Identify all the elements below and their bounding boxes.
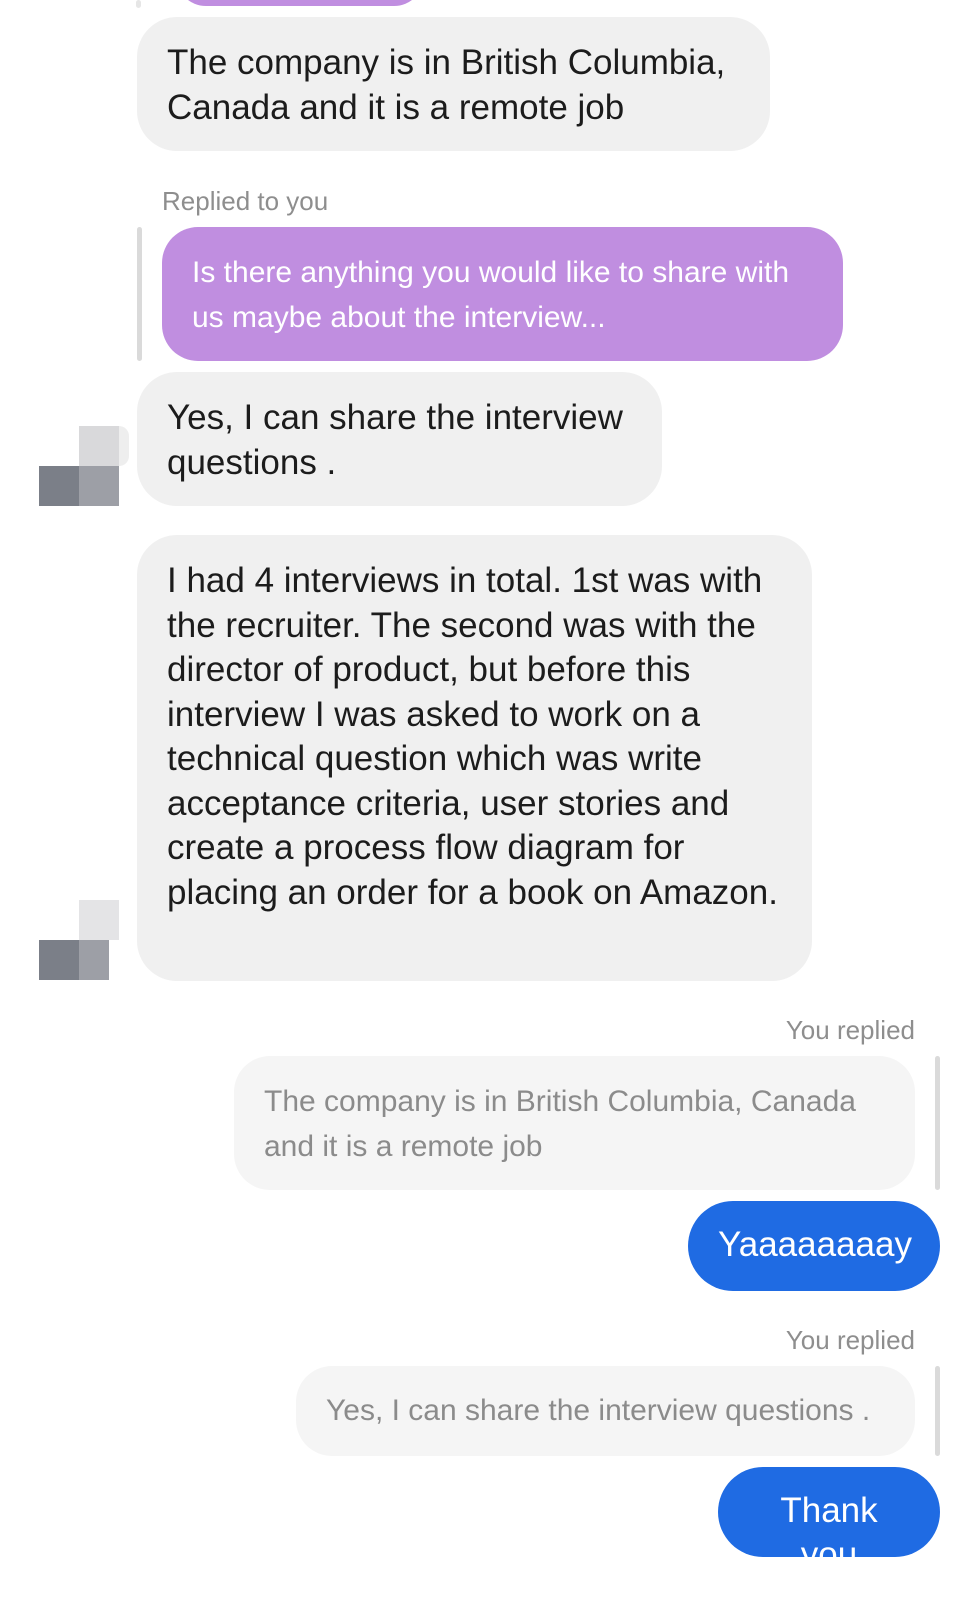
- avatar-pixel-block: [79, 940, 109, 980]
- message-text: Yes, I can share the interview questions…: [167, 398, 623, 482]
- quoted-message-bubble[interactable]: Is there anything you would like to shar…: [162, 227, 843, 361]
- outgoing-message-bubble[interactable]: Yaaaaaaaay: [688, 1201, 940, 1291]
- contact-avatar-icon[interactable]: [39, 900, 119, 982]
- avatar-pixel-block: [39, 466, 79, 506]
- replied-to-you-label: Replied to you: [162, 186, 329, 216]
- message-text: Thank you: [780, 1491, 878, 1574]
- quoted-message-text: Is there anything you would like to shar…: [192, 256, 789, 334]
- avatar-pixel-block: [79, 426, 119, 466]
- message-text: I had 4 interviews in total. 1st was wit…: [167, 561, 778, 912]
- outgoing-message-bubble[interactable]: Thank you: [718, 1467, 940, 1574]
- message-text: The company is in British Columbia, Cana…: [167, 43, 726, 127]
- message-bubble-interview-details[interactable]: I had 4 interviews in total. 1st was wit…: [137, 535, 812, 981]
- you-replied-label: You replied: [785, 1015, 915, 1045]
- reply-indicator-bar: [935, 1056, 940, 1190]
- quoted-message-bubble[interactable]: Yes, I can share the interview questions…: [296, 1366, 915, 1456]
- avatar-pixel-block: [119, 426, 129, 466]
- message-bubble-share-questions[interactable]: Yes, I can share the interview questions…: [137, 372, 662, 506]
- avatar-pixel-block: [79, 466, 119, 506]
- reply-indicator-bar: [136, 0, 141, 8]
- you-replied-label: You replied: [785, 1325, 915, 1355]
- reply-indicator-bar: [935, 1366, 940, 1456]
- quoted-message-bubble[interactable]: The company is in British Columbia, Cana…: [234, 1056, 915, 1190]
- partial-outgoing-bubble[interactable]: [176, 0, 424, 6]
- quoted-message-text: Yes, I can share the interview questions…: [326, 1394, 871, 1427]
- message-text: Yaaaaaaaay: [718, 1225, 912, 1264]
- message-bubble-company-location[interactable]: The company is in British Columbia, Cana…: [137, 17, 770, 151]
- contact-avatar-icon[interactable]: [39, 426, 129, 508]
- reply-indicator-bar: [137, 227, 142, 361]
- avatar-pixel-block: [39, 940, 79, 980]
- quoted-message-text: The company is in British Columbia, Cana…: [264, 1085, 856, 1163]
- avatar-pixel-block: [79, 900, 119, 940]
